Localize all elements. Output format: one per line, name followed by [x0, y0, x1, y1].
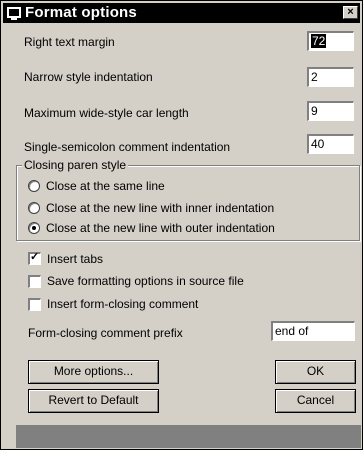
- radio-inner-indentation-label[interactable]: Close at the new line with inner indenta…: [46, 201, 274, 215]
- cancel-button[interactable]: Cancel: [275, 389, 356, 413]
- insert-form-closing-comment-label[interactable]: Insert form-closing comment: [47, 297, 198, 311]
- max-wide-style-car-length-input[interactable]: 9: [307, 101, 354, 121]
- more-options-button[interactable]: More options...: [28, 360, 159, 384]
- radio-outer-indentation-label[interactable]: Close at the new line with outer indenta…: [46, 221, 275, 235]
- close-icon: ×: [347, 6, 354, 18]
- max-wide-style-car-length-value: 9: [311, 104, 318, 118]
- narrow-style-indentation-label: Narrow style indentation: [24, 70, 153, 84]
- closing-paren-group-title: Closing paren style: [22, 158, 129, 172]
- ok-button[interactable]: OK: [275, 360, 356, 384]
- form-closing-prefix-label: Form-closing comment prefix: [28, 326, 183, 340]
- more-options-label: More options...: [53, 364, 134, 378]
- radio-same-line-label[interactable]: Close at the same line: [46, 179, 165, 193]
- form-closing-prefix-value: end of: [275, 324, 309, 338]
- app-icon: [7, 7, 21, 20]
- window-title: Format options: [25, 4, 137, 21]
- title-bar[interactable]: Format options ×: [3, 3, 360, 23]
- right-text-margin-label: Right text margin: [24, 35, 115, 49]
- ok-label: OK: [306, 364, 325, 378]
- format-options-dialog: Format options × Right text margin 72 Na…: [0, 0, 363, 450]
- checkmark-icon: ✓: [30, 251, 40, 263]
- insert-tabs-label[interactable]: Insert tabs: [47, 252, 103, 266]
- narrow-style-indentation-input[interactable]: 2: [307, 67, 354, 87]
- radio-same-line[interactable]: [28, 180, 40, 192]
- right-text-margin-input[interactable]: 72: [307, 31, 354, 51]
- radio-inner-indentation[interactable]: [28, 202, 40, 214]
- narrow-style-indentation-value: 2: [311, 70, 318, 84]
- save-formatting-label[interactable]: Save formatting options in source file: [47, 274, 244, 288]
- right-text-margin-value: 72: [311, 34, 327, 48]
- save-formatting-checkbox[interactable]: [28, 275, 41, 288]
- semicolon-comment-indentation-input[interactable]: 40: [307, 134, 354, 154]
- status-bar: [16, 425, 361, 448]
- cancel-label: Cancel: [296, 393, 335, 407]
- semicolon-comment-indentation-label: Single-semicolon comment indentation: [24, 140, 231, 154]
- insert-form-closing-comment-checkbox[interactable]: [28, 298, 41, 311]
- semicolon-comment-indentation-value: 40: [311, 137, 325, 151]
- form-closing-prefix-input[interactable]: end of: [271, 321, 355, 341]
- max-wide-style-car-length-label: Maximum wide-style car length: [24, 106, 189, 120]
- revert-to-default-button[interactable]: Revert to Default: [28, 389, 159, 413]
- revert-to-default-label: Revert to Default: [48, 393, 139, 407]
- close-button[interactable]: ×: [343, 6, 358, 19]
- insert-tabs-checkbox[interactable]: ✓: [28, 251, 41, 265]
- radio-outer-indentation[interactable]: [28, 222, 40, 234]
